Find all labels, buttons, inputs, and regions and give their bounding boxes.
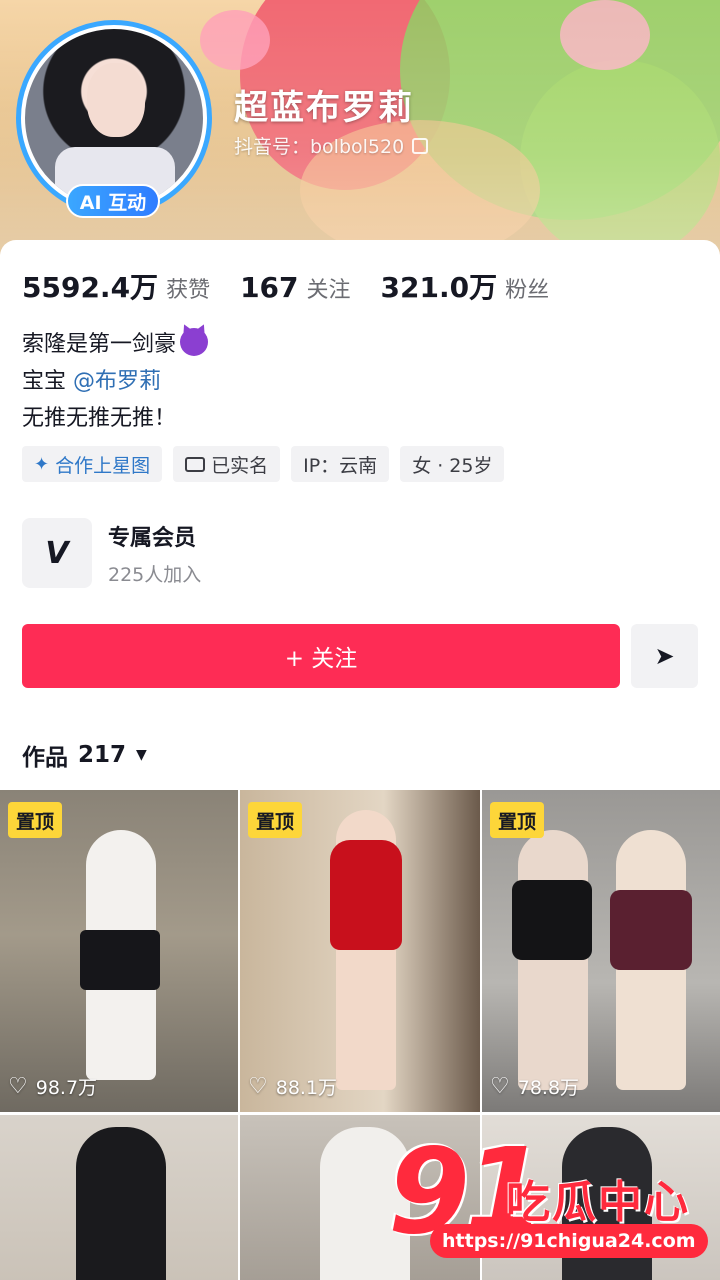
ai-interact-badge[interactable]: AI 互动 xyxy=(66,184,160,218)
tag-ip: IP：云南 xyxy=(291,446,390,482)
tag-label: 女 · 25岁 xyxy=(412,454,493,477)
membership-count: 225人加入 xyxy=(108,563,202,586)
id-card-icon xyxy=(185,456,206,472)
video-likes: ♡ 78.8万 xyxy=(490,1073,579,1100)
tag-label: IP：云南 xyxy=(303,454,378,477)
douyin-id-row[interactable]: 抖音号：bolbol520 xyxy=(234,132,429,159)
tag-gender-age: 女 · 25岁 xyxy=(400,446,505,482)
works-label: 作品 xyxy=(22,745,68,771)
membership-text: 专属会员 225人加入 xyxy=(108,520,201,587)
likes-count: 88.1万 xyxy=(275,1077,338,1099)
thumbnail-figure xyxy=(80,930,160,990)
thumbnail-figure xyxy=(512,880,592,960)
profile-tags: ✦ 合作上星图 已实名 IP：云南 女 · 25岁 xyxy=(22,446,505,482)
heart-icon: ♡ xyxy=(8,1074,28,1099)
stat-number: 321.0万 xyxy=(380,271,498,304)
watermark-text: 吃瓜中心 xyxy=(506,1177,690,1228)
profile-bio: 索隆是第一剑豪 宝宝 @布罗莉 无推无推无推！ xyxy=(22,326,209,437)
membership-title: 专属会员 xyxy=(108,525,197,551)
watermark: 91 吃瓜中心 https://91chigua24.com xyxy=(380,1122,710,1268)
bio-text: 索隆是第一剑豪 xyxy=(22,332,177,357)
video-likes: ♡ 88.1万 xyxy=(248,1073,337,1100)
video-thumbnail[interactable]: 置顶 ♡ 98.7万 xyxy=(0,790,238,1112)
chevron-down-icon: ▼ xyxy=(136,747,147,763)
likes-count: 78.8万 xyxy=(517,1077,580,1099)
pinned-badge: 置顶 xyxy=(490,802,545,838)
stat-label: 粉丝 xyxy=(505,278,550,303)
video-thumbnail[interactable]: 置顶 ♡ 78.8万 xyxy=(482,790,720,1112)
stat-number: 167 xyxy=(240,271,299,304)
tag-label: 合作上星图 xyxy=(55,454,151,477)
xingtu-icon: ✦ xyxy=(34,453,50,475)
membership-v-icon: V xyxy=(22,518,92,588)
likes-count: 98.7万 xyxy=(35,1077,98,1099)
bio-line: 无推无推无推！ xyxy=(22,406,177,431)
video-thumbnail[interactable] xyxy=(0,1115,238,1280)
douyin-id: 抖音号：bolbol520 xyxy=(234,136,405,158)
heart-icon: ♡ xyxy=(490,1074,510,1099)
profile-banner: AI 互动 超蓝布罗莉 抖音号：bolbol520 xyxy=(0,0,720,260)
stat-following[interactable]: 167 关注 xyxy=(240,271,350,304)
pinned-badge: 置顶 xyxy=(248,802,303,838)
thumbnail-figure xyxy=(610,890,692,970)
bio-text: 宝宝 xyxy=(22,369,67,394)
paper-plane-icon: ➤ xyxy=(654,642,675,670)
stat-number: 5592.4万 xyxy=(22,271,159,304)
profile-card: 5592.4万 获赞 167 关注 321.0万 粉丝 索隆是第一剑豪 宝宝 @… xyxy=(0,240,720,1280)
stat-label: 获赞 xyxy=(166,278,211,303)
watermark-url: https://91chigua24.com xyxy=(430,1224,708,1258)
works-tab[interactable]: 作品 217 ▼ xyxy=(22,738,147,772)
bio-line: 索隆是第一剑豪 xyxy=(22,326,209,363)
stats-row: 5592.4万 获赞 167 关注 321.0万 粉丝 xyxy=(22,266,579,306)
bio-line: 宝宝 @布罗莉 xyxy=(22,363,208,400)
bio-mention-link[interactable]: @布罗莉 xyxy=(73,369,161,394)
exclusive-membership[interactable]: V 专属会员 225人加入 xyxy=(22,518,201,588)
stat-likes[interactable]: 5592.4万 获赞 xyxy=(22,266,210,306)
copy-icon[interactable] xyxy=(412,137,429,154)
thumbnail-figure xyxy=(76,1127,166,1280)
devil-emoji-icon xyxy=(180,328,209,356)
thumbnail-figure xyxy=(330,840,402,950)
tag-verified[interactable]: 已实名 xyxy=(173,446,281,482)
send-message-button[interactable]: ➤ xyxy=(631,624,698,688)
video-likes: ♡ 98.7万 xyxy=(8,1073,97,1100)
works-count: 217 xyxy=(78,742,127,768)
avatar-face xyxy=(87,63,145,137)
follow-button[interactable]: + 关注 xyxy=(22,624,620,688)
video-thumbnail[interactable]: 置顶 ♡ 88.1万 xyxy=(240,790,480,1112)
tag-xingtu[interactable]: ✦ 合作上星图 xyxy=(22,446,163,482)
thumbnail-figure xyxy=(518,830,588,1090)
tag-label: 已实名 xyxy=(211,454,269,477)
stat-label: 关注 xyxy=(306,278,351,303)
avatar[interactable] xyxy=(25,29,203,207)
heart-icon: ♡ xyxy=(248,1074,268,1099)
pinned-badge: 置顶 xyxy=(8,802,63,838)
profile-nickname: 超蓝布罗莉 xyxy=(234,88,414,128)
stat-followers[interactable]: 321.0万 粉丝 xyxy=(381,266,550,306)
